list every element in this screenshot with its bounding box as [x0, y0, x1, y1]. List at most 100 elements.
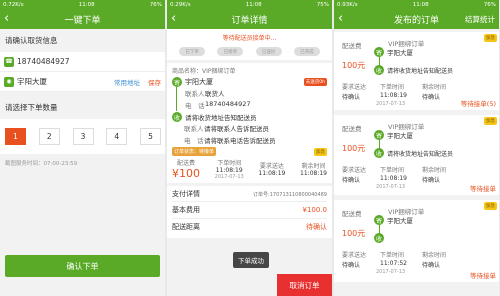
- date-value: 2017-07-13: [214, 174, 244, 180]
- step-item: 已下单: [179, 47, 206, 56]
- order-status: 等待接单(5): [460, 100, 496, 108]
- sender-icon: 寄: [172, 77, 182, 87]
- status-bar: 0.72K/s 11:08 76%: [0, 0, 165, 9]
- status-bar: 0.93K/s 11:08 76%: [334, 0, 499, 9]
- order-steps: 已下单 已接单 已送达 已完成: [167, 45, 332, 60]
- quantity-option-3[interactable]: 3: [72, 128, 94, 145]
- address-value: 宇阳大厦: [17, 77, 47, 86]
- base-fee-value: ¥100.0: [302, 206, 328, 214]
- quantity-option-4[interactable]: 4: [106, 128, 128, 145]
- location-pin-icon: ◉: [4, 76, 14, 87]
- sender-icon: 寄: [374, 47, 384, 57]
- fee-label: 配送费: [342, 42, 362, 50]
- payment-panel: 支付详情 订单号:170713110800040489 基本费用 ¥100.0 …: [167, 186, 332, 238]
- fee-label: 配送费: [342, 210, 362, 218]
- date-value: 2017-07-13: [376, 184, 406, 190]
- common-address-link[interactable]: 常用地址: [114, 77, 140, 87]
- phone-field[interactable]: ☎ 18740484927: [0, 52, 165, 72]
- back-arrow-icon[interactable]: ‹: [4, 11, 9, 27]
- order-number: 订单号:170713110800040489: [253, 191, 327, 198]
- network-speed: 0.72K/s: [3, 1, 24, 8]
- expedited-tag: 加急: [314, 147, 327, 156]
- receiver-icon: 收: [374, 65, 384, 75]
- col-value: 待确认: [342, 94, 361, 101]
- title-bar: ‹ 发布的订单 结算统计: [334, 9, 499, 29]
- metric-label: 下单时间: [217, 160, 242, 167]
- phone-value: 18740484927: [17, 57, 70, 66]
- quantity-option-2[interactable]: 2: [38, 128, 60, 145]
- battery: 76%: [149, 1, 162, 8]
- fee-value: 100元: [342, 61, 366, 70]
- col-label: 要求送达: [342, 167, 367, 174]
- metric-label: 要求送达: [259, 163, 284, 170]
- title-bar: ‹ 订单详情: [167, 9, 332, 29]
- receiver-icon: 收: [374, 233, 384, 243]
- page-title: 订单详情: [231, 15, 268, 26]
- contact-label: 联系人: [185, 90, 205, 98]
- col-value: 待确认: [422, 177, 441, 184]
- screen-order-detail: 0.29K/s 11:08 75% ‹ 订单详情 等待配送员接单中... 已下单…: [167, 0, 332, 296]
- network-speed: 0.29K/s: [170, 1, 191, 8]
- battery: 75%: [316, 1, 329, 8]
- fee-value: ¥100: [172, 167, 200, 180]
- toast-message: 下单成功: [233, 252, 269, 268]
- fee-value: 100元: [342, 144, 366, 153]
- contact-value: 请将联系人告诉配送员: [204, 125, 269, 133]
- clock: 11:08: [245, 1, 262, 8]
- sender-icon: 寄: [374, 215, 384, 225]
- quantity-option-1[interactable]: 1: [5, 128, 26, 145]
- order-status: 等待接单: [470, 185, 496, 193]
- step-item: 已送达: [255, 47, 282, 56]
- order-card[interactable]: 加急 配送费 100元 VIP捆绑订单 寄宇阳大厦 收请将收货地址告知配送员 要…: [334, 115, 499, 195]
- base-fee-label: 基本费用: [172, 206, 200, 214]
- receiver-value: 请将收货地址告知配送员: [387, 150, 454, 158]
- network-speed: 0.93K/s: [337, 1, 358, 8]
- confirm-pickup-label: 请确认取货信息: [5, 36, 58, 45]
- order-card[interactable]: 加急 配送费 100元 VIP捆绑订单 寄宇阳大厦 收 要求送达 待确认 下单时…: [334, 200, 499, 282]
- status-bar: 0.29K/s 11:08 75%: [167, 0, 332, 9]
- confirm-order-button[interactable]: 确认下单: [5, 255, 160, 277]
- date-value: 2017-07-13: [376, 101, 406, 107]
- address-value: 宇阳大厦: [387, 49, 413, 57]
- col-value: 待确认: [422, 94, 441, 101]
- receiver-icon: 收: [172, 112, 182, 122]
- metric-value: 11:08:19: [300, 170, 327, 177]
- receiver-icon: 收: [374, 148, 384, 158]
- phone-value: 请将联系电话告诉配送员: [204, 137, 276, 145]
- phone-label: 电 话: [184, 137, 204, 145]
- order-card[interactable]: 加急 配送费 100元 VIP捆绑订单 寄宇阳大厦 收请将收货地址告知配送员 要…: [334, 32, 499, 110]
- fee-value: 100元: [342, 229, 366, 238]
- col-value: 11:07:52: [380, 260, 407, 267]
- col-value: 待确认: [342, 177, 361, 184]
- quantity-label: 请选择下单数量: [5, 103, 58, 112]
- expedited-tag: 加急: [484, 117, 497, 125]
- service-hours: 截图服务时间：07:00-23:59: [5, 161, 78, 167]
- cancel-order-button[interactable]: 取消订单: [277, 274, 332, 296]
- fee-label: 配送费: [342, 125, 362, 133]
- route-panel: 商品名称：VIP捆绑订单 寄 宇阳大厦 去送货0h 联系人 联货人 电 话 1874…: [167, 63, 332, 183]
- address-field[interactable]: ◉ 宇阳大厦 常用地址 保存: [0, 72, 165, 92]
- expedited-tag: 加急: [484, 34, 497, 42]
- order-status: 等待接单: [470, 272, 496, 280]
- quantity-selector: 1 2 3 4 5: [0, 119, 165, 154]
- sender-name: 宇阳大厦: [185, 78, 213, 86]
- metric-value: 11:08:19: [258, 170, 286, 177]
- title-bar: ‹ 一键下单: [0, 9, 165, 29]
- save-link[interactable]: 保存: [148, 77, 161, 87]
- phone-label: 电 话: [185, 102, 205, 110]
- quantity-option-5[interactable]: 5: [140, 128, 161, 145]
- contact-label: 联系人: [184, 125, 204, 133]
- clock: 11:08: [412, 1, 429, 8]
- col-label: 要求送达: [342, 84, 367, 91]
- col-label: 下单时间: [380, 252, 405, 259]
- col-value: 待确认: [422, 262, 441, 269]
- contact-value: 联货人: [205, 90, 225, 98]
- back-arrow-icon[interactable]: ‹: [171, 11, 176, 27]
- page-title: 发布的订单: [393, 15, 439, 26]
- col-label: 要求送达: [342, 252, 367, 259]
- screen-published-orders: 0.93K/s 11:08 76% ‹ 发布的订单 结算统计 加急 配送费 10…: [334, 0, 499, 296]
- back-arrow-icon[interactable]: ‹: [338, 11, 343, 27]
- col-value: 11:08:19: [380, 92, 407, 99]
- clock: 11:08: [78, 1, 95, 8]
- settlement-stats-link[interactable]: 结算统计: [465, 14, 495, 25]
